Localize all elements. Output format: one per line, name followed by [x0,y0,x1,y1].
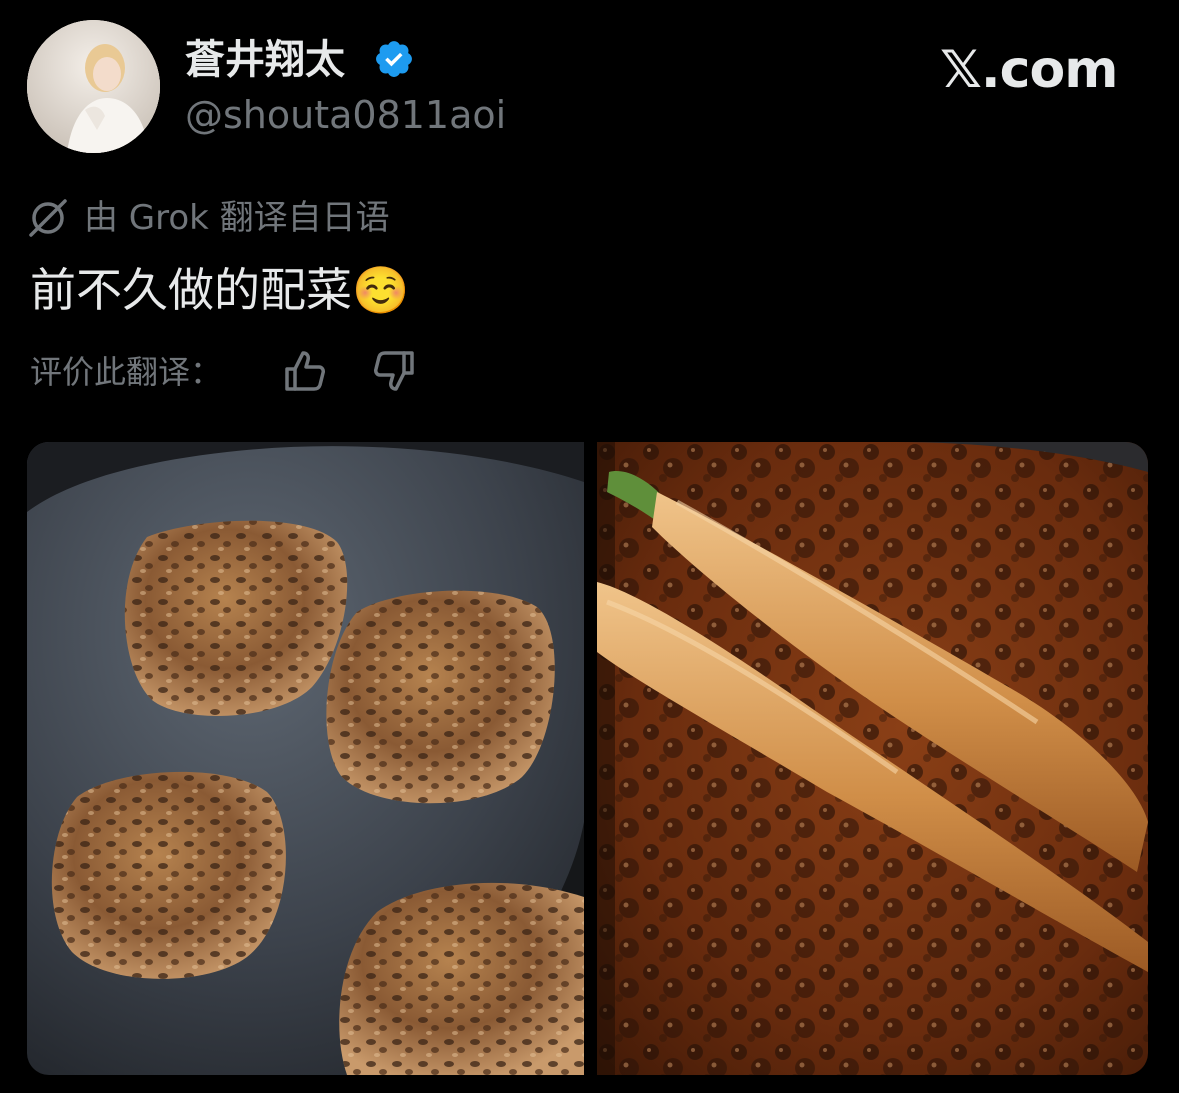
grok-icon [27,197,69,239]
user-handle[interactable]: @shouta0811aoi [185,92,506,138]
rate-translation-label: 评价此翻译： [30,353,223,391]
media-image-asparagus-rolls[interactable] [597,442,1148,1075]
thumbs-up-icon[interactable] [281,347,329,395]
x-com-logo: 𝕏.com [940,40,1118,100]
post-text: 前不久做的配菜☺️ [30,263,410,317]
thumbs-down-icon[interactable] [370,347,418,395]
media-image-hamburg-steaks[interactable] [27,442,584,1075]
avatar[interactable] [27,20,160,153]
translation-note: 由 Grok 翻译自日语 [84,198,390,238]
verified-badge-icon [373,38,415,80]
media-grid [27,442,1148,1075]
display-name[interactable]: 蒼井翔太 [185,34,345,86]
